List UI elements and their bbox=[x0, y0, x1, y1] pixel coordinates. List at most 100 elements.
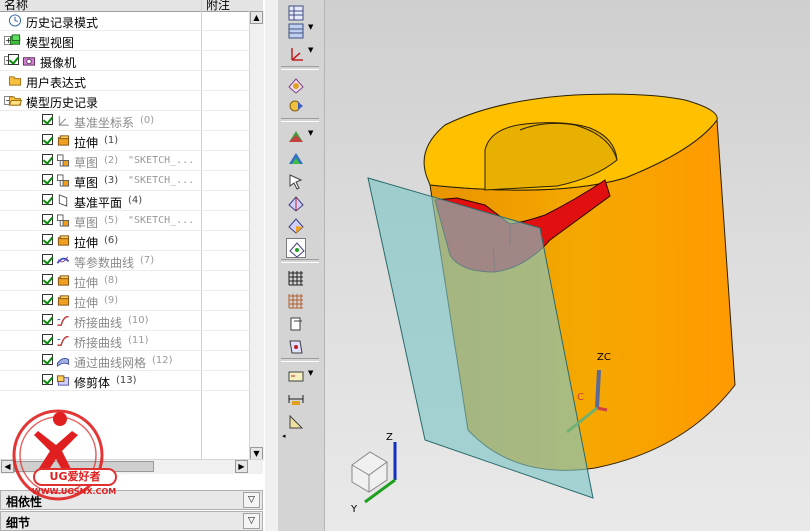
graphics-window[interactable]: ZC C Z Y bbox=[325, 0, 810, 531]
toolbar-separator bbox=[281, 358, 319, 362]
tree-node-label: 基准坐标系 bbox=[74, 116, 135, 130]
select-edge-icon[interactable] bbox=[286, 193, 306, 213]
scroll-up-arrow-icon[interactable]: ▲ bbox=[250, 11, 263, 24]
curve-mesh-icon bbox=[56, 354, 70, 368]
select-face-icon[interactable] bbox=[286, 215, 306, 235]
tree-node[interactable]: 桥接曲线 (10) bbox=[0, 311, 249, 331]
checkbox-checked-icon[interactable] bbox=[42, 274, 53, 285]
tree-node-label: 摄像机 bbox=[40, 56, 77, 70]
layer-stack-icon[interactable] bbox=[286, 21, 306, 41]
checkbox-checked-icon[interactable] bbox=[42, 174, 53, 185]
datum-csys-icon bbox=[56, 114, 70, 127]
checkbox-checked-icon[interactable] bbox=[42, 314, 53, 325]
hide-selected-icon[interactable] bbox=[286, 238, 306, 258]
tree-node[interactable]: 草图 (5) "SKETCH_... bbox=[0, 211, 249, 231]
checkbox-checked-icon[interactable] bbox=[42, 234, 53, 245]
wcs-icon[interactable] bbox=[286, 44, 306, 64]
tree-node-label: 桥接曲线 bbox=[74, 336, 123, 350]
extrude-icon bbox=[56, 234, 70, 247]
tree-node[interactable]: − 模型历史记录 bbox=[0, 91, 249, 111]
checkbox-checked-icon[interactable] bbox=[8, 54, 19, 65]
trim-body-icon bbox=[56, 374, 70, 387]
grid-icon[interactable] bbox=[286, 268, 306, 288]
isoparametric-curve-icon bbox=[56, 254, 70, 267]
chevron-down-icon[interactable]: ▽ bbox=[243, 513, 260, 529]
resource-bar-sash[interactable] bbox=[265, 0, 278, 531]
folder-open-icon bbox=[8, 94, 23, 107]
tree-node[interactable]: 草图 (2) "SKETCH_... bbox=[0, 151, 249, 171]
measure-distance-icon[interactable] bbox=[286, 367, 306, 387]
tree-node[interactable]: +摄像机 bbox=[0, 51, 249, 71]
tree-node[interactable]: 基准平面 (4) bbox=[0, 191, 249, 211]
feature-sketch-name: "SKETCH_... bbox=[128, 215, 195, 226]
feature-number: (4) bbox=[128, 195, 143, 206]
tree-node[interactable]: 用户表达式 bbox=[0, 71, 249, 91]
tree-node[interactable]: 拉伸 (8) bbox=[0, 271, 249, 291]
analysis-color-icon[interactable] bbox=[286, 127, 306, 147]
tree-node-label: 拉伸 bbox=[74, 136, 99, 150]
sketch-icon bbox=[56, 174, 70, 187]
measure-length-icon[interactable] bbox=[286, 389, 306, 409]
tree-node[interactable]: + 模型视图 bbox=[0, 31, 249, 51]
extrude-icon bbox=[56, 134, 70, 147]
checkbox-checked-icon[interactable] bbox=[42, 334, 53, 345]
checkbox-checked-icon[interactable] bbox=[42, 154, 53, 165]
tree-node-label: 草图 bbox=[74, 216, 99, 230]
chevron-down-icon[interactable]: ▼ bbox=[308, 23, 313, 31]
tree-node-label: 模型历史记录 bbox=[26, 96, 99, 110]
tree-node-label: 历史记录模式 bbox=[26, 16, 99, 30]
checkbox-checked-icon[interactable] bbox=[42, 294, 53, 305]
checkbox-checked-icon[interactable] bbox=[42, 254, 53, 265]
tree-node[interactable]: 等参数曲线 (7) bbox=[0, 251, 249, 271]
tree-node[interactable]: 历史记录模式 bbox=[0, 11, 249, 31]
tree-node-label: 拉伸 bbox=[74, 276, 99, 290]
tree-node-label: 模型视图 bbox=[26, 36, 75, 50]
tree-node[interactable]: 拉伸 (1) bbox=[0, 131, 249, 151]
chevron-down-icon[interactable]: ▼ bbox=[308, 46, 313, 54]
mesh-grid-icon[interactable] bbox=[286, 291, 306, 311]
checkbox-checked-icon[interactable] bbox=[42, 134, 53, 145]
scroll-right-arrow-icon[interactable]: ▶ bbox=[235, 460, 248, 473]
invert-show-icon[interactable] bbox=[286, 96, 306, 116]
feature-number: (3) bbox=[104, 175, 119, 186]
checkbox-checked-icon[interactable] bbox=[42, 194, 53, 205]
tree-node[interactable]: 基准坐标系 (0) bbox=[0, 111, 249, 131]
tree-node[interactable]: 拉伸 (9) bbox=[0, 291, 249, 311]
select-filter-icon[interactable] bbox=[286, 171, 306, 191]
checkbox-checked-icon[interactable] bbox=[42, 354, 53, 365]
chevron-left-icon[interactable]: ◂ bbox=[282, 432, 286, 440]
measure-angle-icon[interactable] bbox=[286, 412, 306, 432]
feature-number: (7) bbox=[140, 255, 155, 266]
vertical-scrollbar[interactable]: ▲ ▼ bbox=[249, 11, 264, 461]
chevron-down-icon[interactable]: ▼ bbox=[308, 129, 313, 137]
feature-number: (11) bbox=[128, 335, 149, 346]
details-panel[interactable]: 细节 ▽ bbox=[0, 511, 263, 531]
tree-node-label: 桥接曲线 bbox=[74, 316, 123, 330]
checkbox-checked-icon[interactable] bbox=[42, 374, 53, 385]
tree-node[interactable]: 桥接曲线 (11) bbox=[0, 331, 249, 351]
tree-node-label: 草图 bbox=[74, 156, 99, 170]
tree-node[interactable]: 草图 (3) "SKETCH_... bbox=[0, 171, 249, 191]
tree-node[interactable]: 拉伸 (6) bbox=[0, 231, 249, 251]
chevron-down-icon[interactable]: ▽ bbox=[243, 492, 260, 508]
show-hide-icon[interactable] bbox=[286, 75, 306, 95]
feature-number: (6) bbox=[104, 235, 119, 246]
tree-node-label: 等参数曲线 bbox=[74, 256, 135, 270]
orient-view-icon[interactable] bbox=[286, 337, 306, 357]
face-analysis-icon[interactable] bbox=[286, 149, 306, 169]
tree-node[interactable]: 通过曲线网格 (12) bbox=[0, 351, 249, 371]
copy-view-icon[interactable] bbox=[286, 314, 306, 334]
feature-sketch-name: "SKETCH_... bbox=[128, 155, 195, 166]
feature-number: (13) bbox=[116, 375, 137, 386]
watermark-url: WWW.UGSNX.COM bbox=[32, 487, 117, 496]
chevron-down-icon[interactable]: ▼ bbox=[308, 369, 313, 377]
axis-label-c: C bbox=[577, 392, 584, 403]
tree-node[interactable]: 修剪体 (13) bbox=[0, 371, 249, 391]
feature-number: (12) bbox=[152, 355, 173, 366]
tree-node-label: 修剪体 bbox=[74, 376, 111, 390]
camera-icon bbox=[22, 54, 36, 67]
checkbox-checked-icon[interactable] bbox=[42, 114, 53, 125]
sketch-icon bbox=[56, 214, 70, 227]
view-table-icon[interactable] bbox=[286, 3, 306, 23]
checkbox-checked-icon[interactable] bbox=[42, 214, 53, 225]
